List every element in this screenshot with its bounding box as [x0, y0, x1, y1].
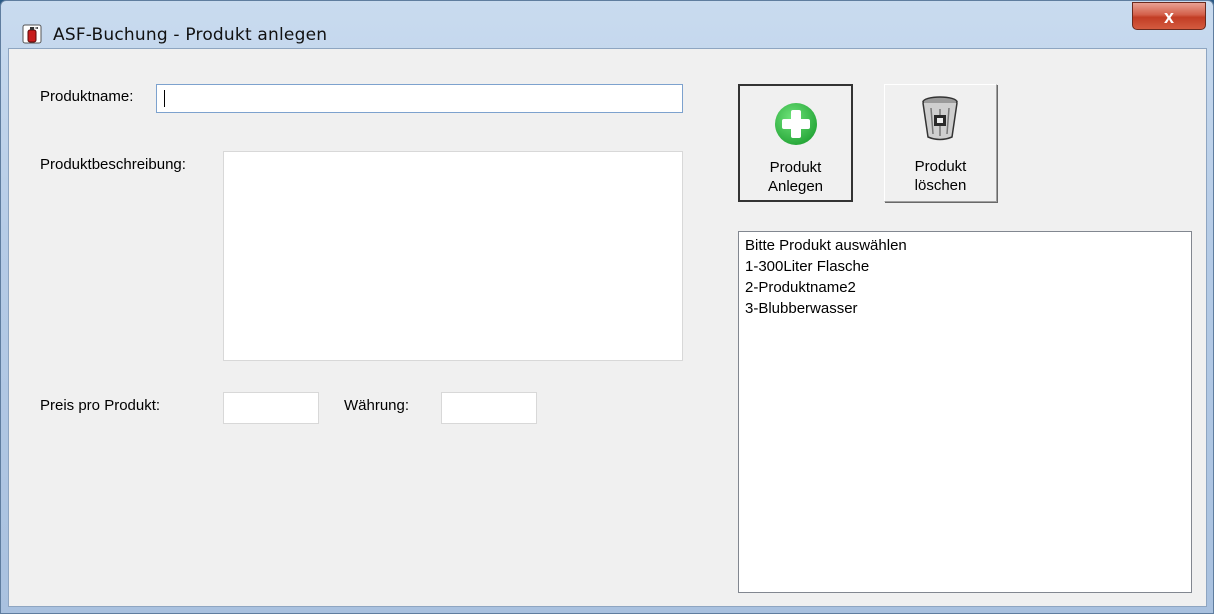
- price-label: Preis pro Produkt:: [40, 397, 161, 414]
- product-description-label: Produktbeschreibung:: [40, 156, 186, 173]
- add-label-line1: Produkt: [769, 159, 822, 176]
- list-item[interactable]: 1-300Liter Flasche: [739, 256, 1191, 277]
- currency-input[interactable]: [441, 392, 537, 424]
- close-button[interactable]: x: [1132, 2, 1206, 30]
- add-product-label: Produkt Anlegen: [740, 158, 851, 196]
- delete-product-button[interactable]: Produkt löschen: [884, 84, 997, 202]
- list-item[interactable]: Bitte Produkt auswählen: [739, 235, 1191, 256]
- list-item[interactable]: 3-Blubberwasser: [739, 298, 1191, 319]
- text-caret: [164, 90, 165, 107]
- delete-label-line1: Produkt: [914, 158, 967, 175]
- title-bar: ASF-Buchung - Produkt anlegen x: [1, 1, 1213, 45]
- product-listbox[interactable]: Bitte Produkt auswählen 1-300Liter Flasc…: [738, 231, 1192, 593]
- fire-extinguisher-icon: [22, 24, 42, 44]
- trash-bin-icon: [922, 96, 958, 141]
- currency-label: Währung:: [344, 397, 410, 414]
- list-item[interactable]: 2-Produktname2: [739, 277, 1191, 298]
- app-window: ASF-Buchung - Produkt anlegen x Produktn…: [0, 0, 1214, 614]
- delete-label-line2: löschen: [914, 177, 967, 194]
- product-name-input[interactable]: [156, 84, 683, 113]
- add-label-line2: Anlegen: [767, 178, 824, 195]
- delete-product-label: Produkt löschen: [885, 157, 996, 195]
- close-icon: x: [1163, 7, 1174, 27]
- client-area: Produktname: Produktbeschreibung: Preis …: [8, 48, 1207, 607]
- product-name-label: Produktname:: [40, 88, 134, 105]
- plus-circle-icon: [775, 103, 817, 145]
- price-input[interactable]: [223, 392, 319, 424]
- product-description-textarea[interactable]: [223, 151, 683, 361]
- window-title: ASF-Buchung - Produkt anlegen: [53, 25, 328, 45]
- add-product-button[interactable]: Produkt Anlegen: [738, 84, 853, 202]
